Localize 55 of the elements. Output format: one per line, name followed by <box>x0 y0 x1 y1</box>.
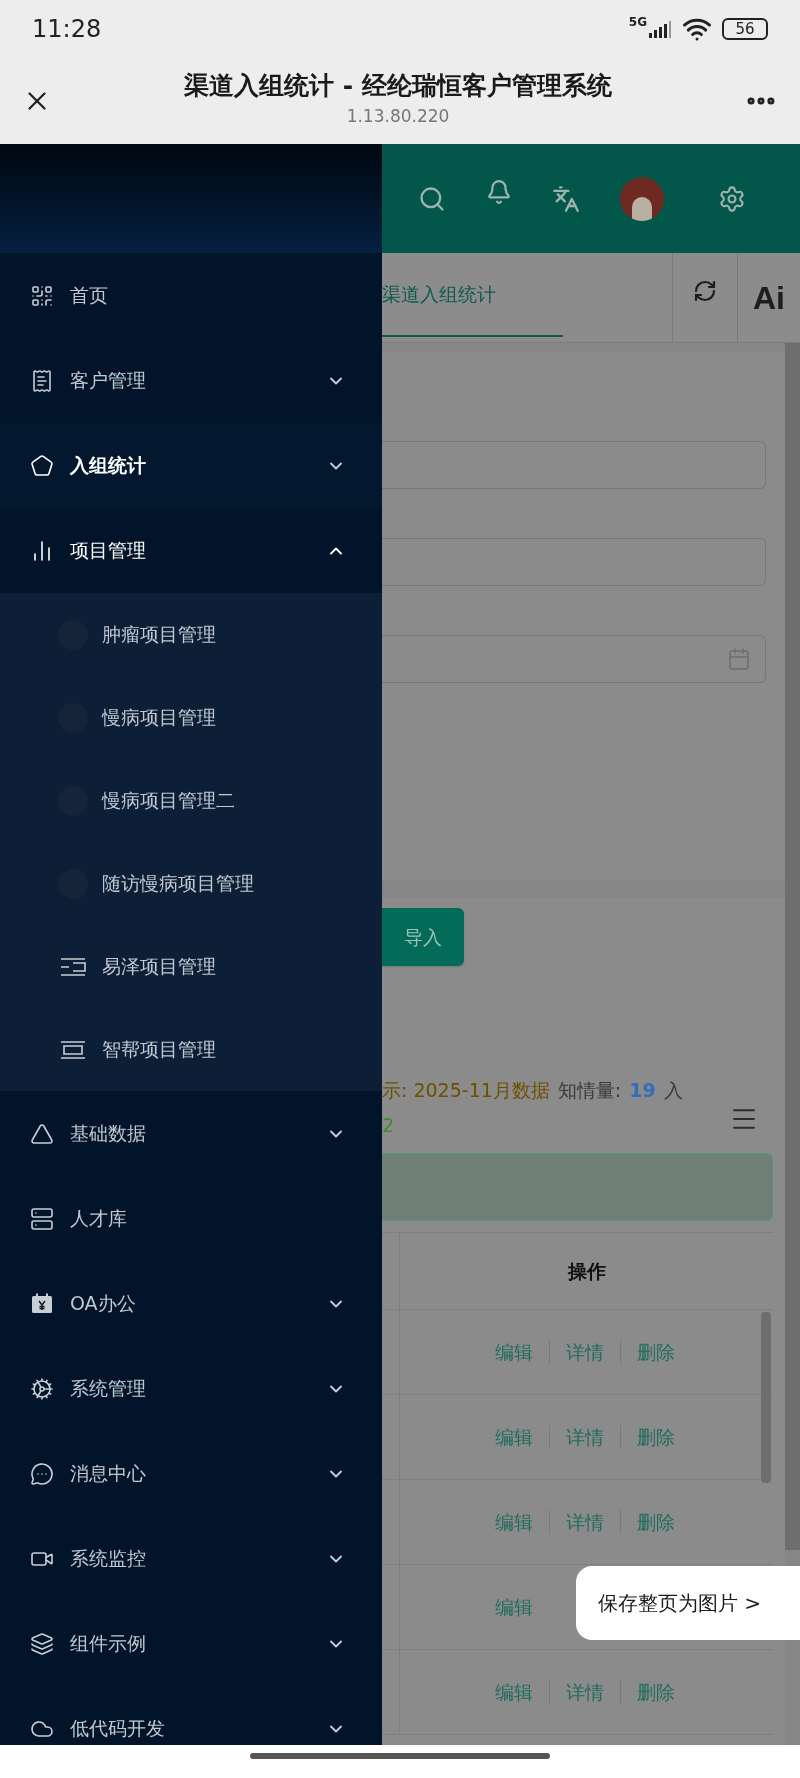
menu-item[interactable]: OA办公 <box>0 1261 382 1346</box>
submenu-item[interactable]: 慢病项目管理 <box>0 676 382 759</box>
menu-item[interactable]: 系统管理 <box>0 1346 382 1431</box>
window-title: 渠道入组统计 - 经纶瑞恒客户管理系统 <box>184 69 612 102</box>
date-field[interactable] <box>382 635 766 683</box>
input-field[interactable] <box>382 441 766 489</box>
scrollbar[interactable] <box>761 1312 771 1483</box>
avatar[interactable] <box>620 176 664 221</box>
menu-item[interactable]: 客户管理 <box>0 338 382 423</box>
submenu-item[interactable]: 易泽项目管理 <box>0 925 382 1008</box>
menu-item[interactable]: 消息中心 <box>0 1431 382 1516</box>
menu-item[interactable]: 人才库 <box>0 1176 382 1261</box>
clock-time: 11:28 <box>32 14 103 45</box>
document-icon <box>30 368 54 393</box>
signal-icon <box>648 19 672 39</box>
calendar-yen-icon <box>30 1291 54 1316</box>
calendar-icon <box>727 647 751 671</box>
network-label: 5G <box>628 14 647 31</box>
summary-text: 19 <box>629 1078 656 1103</box>
menu-item[interactable]: 组件示例 <box>0 1601 382 1686</box>
input-field[interactable] <box>382 538 766 586</box>
submenu-item[interactable]: 智帮项目管理 <box>0 1008 382 1091</box>
pentagon-icon <box>30 453 54 478</box>
summary-text: 示: 2025-11月数据 <box>382 1078 550 1103</box>
battery-indicator: 56 <box>722 18 768 40</box>
menu-item[interactable]: 项目管理 <box>0 508 382 593</box>
cabinet-icon <box>30 1206 54 1231</box>
summary-text: 入 <box>663 1078 683 1103</box>
submenu-item[interactable]: 慢病项目管理二 <box>0 759 382 842</box>
search-icon[interactable] <box>418 184 446 213</box>
settings-icon <box>30 1376 54 1401</box>
lines-icon <box>60 956 86 977</box>
submenu-item[interactable]: 肿瘤项目管理 <box>0 593 382 676</box>
refresh-icon <box>693 279 717 303</box>
summary-text: 知情量: <box>557 1078 622 1103</box>
scrollbar[interactable] <box>785 343 800 1550</box>
menu-item[interactable]: 基础数据 <box>0 1091 382 1176</box>
bell-icon[interactable] <box>486 178 512 205</box>
summary-text: 2 <box>382 1112 395 1138</box>
grid-icon <box>30 283 54 308</box>
page-url: 1.13.80.220 <box>346 105 450 128</box>
menu-item[interactable]: 系统监控 <box>0 1516 382 1601</box>
submenu-item[interactable]: 随访慢病项目管理 <box>0 842 382 925</box>
save-page-button[interactable]: 保存整页为图片 > <box>576 1566 800 1640</box>
lines-icon <box>60 1039 86 1060</box>
menu-item[interactable]: 入组统计 <box>0 423 382 508</box>
menu-item[interactable]: 低代码开发 <box>0 1686 382 1745</box>
ai-button[interactable]: Ai <box>737 253 800 342</box>
translate-icon[interactable] <box>552 184 580 213</box>
layers-icon <box>30 1631 54 1656</box>
menu-item[interactable]: 首页 <box>0 253 382 338</box>
column-header: 操作 <box>567 1258 606 1284</box>
triangle-icon <box>30 1121 54 1146</box>
settings-icon[interactable] <box>718 184 746 213</box>
chat-icon <box>30 1461 54 1486</box>
